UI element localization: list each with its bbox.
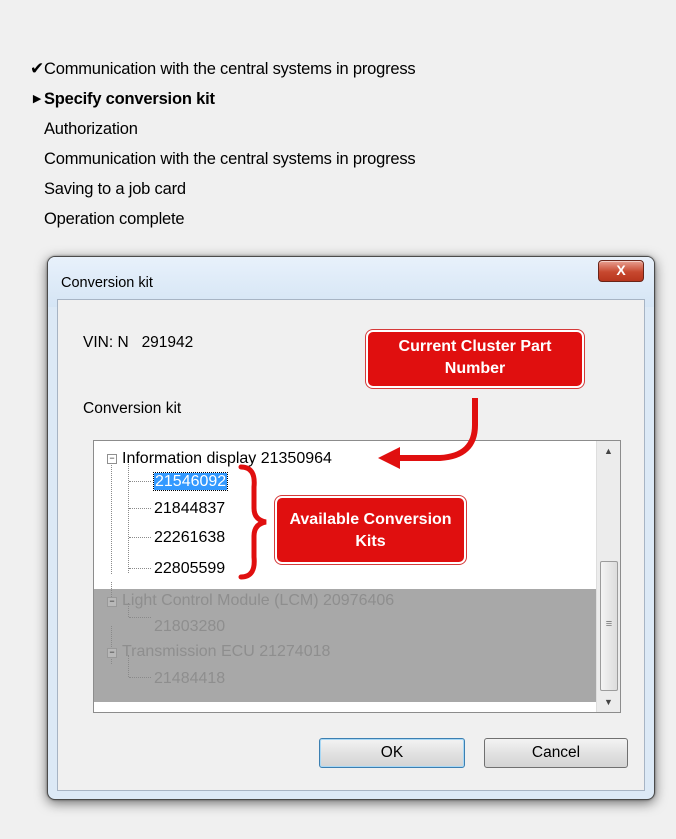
annotation-text: Current Cluster Part Number — [398, 338, 552, 377]
annotation-text: Available Conversion Kits — [289, 511, 452, 550]
curly-brace-icon — [238, 464, 267, 580]
arrow-line — [395, 398, 478, 461]
annotation-arrows — [238, 398, 478, 580]
annotation-current-cluster: Current Cluster Part Number — [366, 330, 584, 388]
annotation-available-kits: Available Conversion Kits — [275, 496, 466, 564]
arrow-head-icon — [378, 447, 400, 469]
